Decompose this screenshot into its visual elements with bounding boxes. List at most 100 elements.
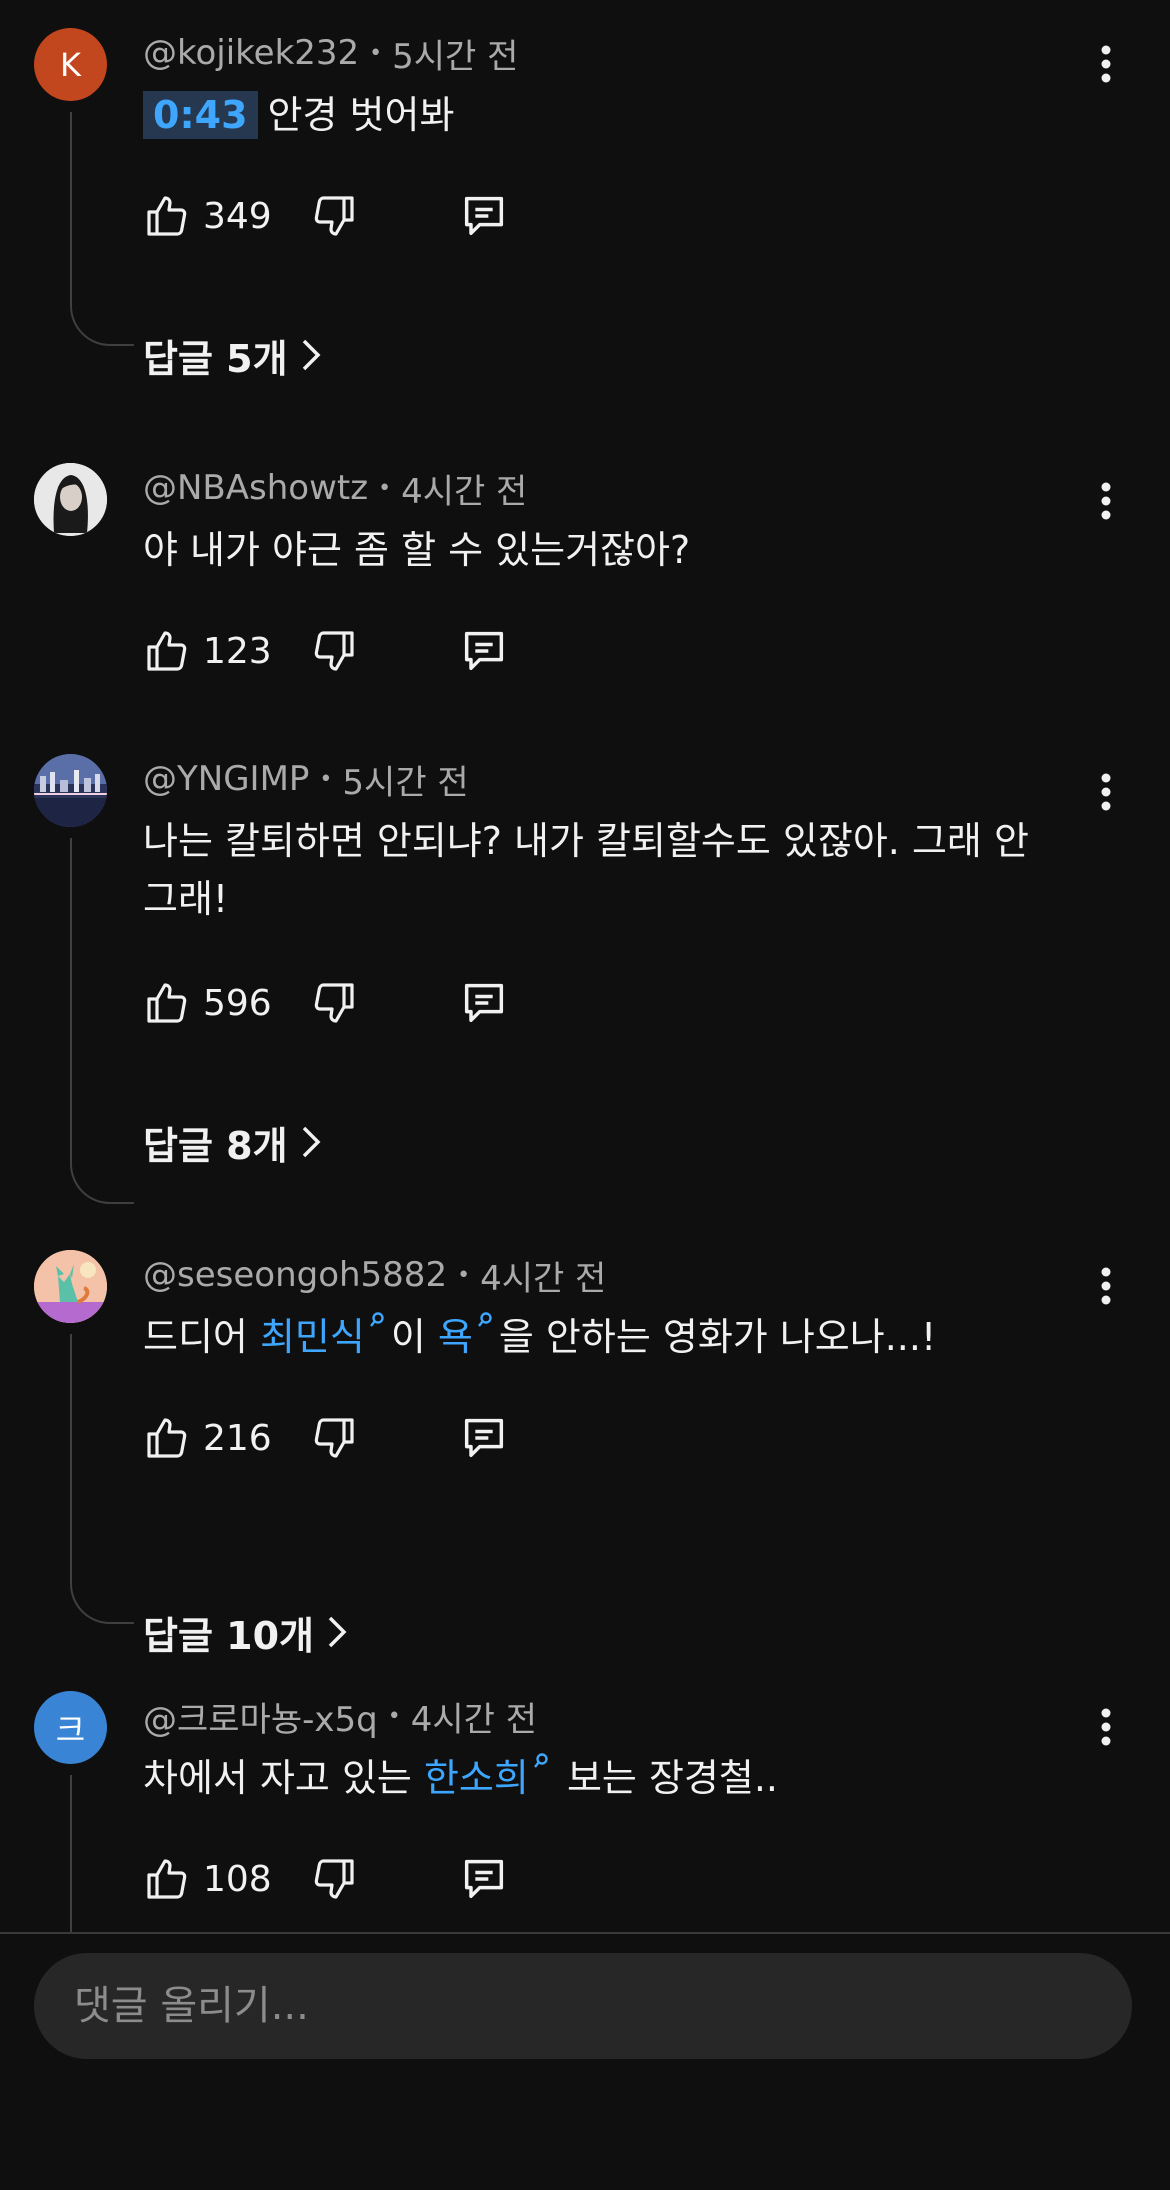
author-name[interactable]: @kojikek232 — [143, 33, 359, 73]
author-name[interactable]: @크로마뇽-x5q — [143, 1692, 378, 1741]
composer-divider — [0, 1932, 1170, 1934]
avatar-cityscape — [34, 754, 107, 827]
replies-toggle[interactable]: 답글 10개 — [143, 1607, 348, 1658]
like-button[interactable]: 108 — [143, 1851, 272, 1907]
reply-button[interactable] — [458, 623, 510, 679]
reply-button[interactable] — [458, 975, 510, 1031]
dislike-button[interactable] — [310, 188, 358, 244]
separator-dot: • — [319, 766, 333, 792]
replies-toggle[interactable]: 답글 5개 — [143, 330, 322, 381]
like-button[interactable]: 596 — [143, 975, 272, 1031]
thumbs-down-icon — [314, 983, 354, 1023]
avatar[interactable]: K — [34, 28, 107, 101]
reply-icon — [464, 196, 504, 236]
thumbs-up-icon — [147, 196, 187, 236]
thumbs-up-icon — [147, 983, 187, 1023]
comment-actions: 349 — [143, 188, 543, 244]
thread-curve — [70, 1162, 134, 1204]
comment-header: @YNGIMP • 5시간 전 — [143, 754, 469, 804]
author-name[interactable]: @YNGIMP — [143, 759, 309, 799]
search-link[interactable]: 욕 — [438, 1315, 473, 1359]
like-count: 123 — [203, 630, 272, 672]
replies-count: 답글 8개 — [143, 1123, 288, 1168]
reply-button[interactable] — [458, 1410, 510, 1466]
replies-toggle[interactable]: 답글 8개 — [143, 1117, 322, 1168]
avatar[interactable] — [34, 754, 107, 827]
dislike-button[interactable] — [310, 1851, 358, 1907]
avatar[interactable] — [34, 1250, 107, 1323]
comment-header: @seseongoh5882 • 4시간 전 — [143, 1250, 606, 1300]
like-button[interactable]: 349 — [143, 188, 272, 244]
comment-composer — [34, 1953, 1132, 2059]
comment-body: 이 — [390, 1315, 438, 1359]
more-vert-icon[interactable] — [1096, 481, 1116, 521]
separator-dot: • — [457, 1262, 471, 1288]
comment-input[interactable] — [72, 1982, 1132, 2030]
thumbs-down-icon — [314, 1859, 354, 1899]
thumbs-down-icon — [314, 196, 354, 236]
dislike-button[interactable] — [310, 975, 358, 1031]
like-count: 596 — [203, 982, 272, 1024]
search-mini-icon — [369, 1312, 384, 1327]
dislike-button[interactable] — [310, 1410, 358, 1466]
thumbs-up-icon — [147, 631, 187, 671]
reply-icon — [464, 1418, 504, 1458]
chevron-right-icon — [302, 339, 321, 371]
author-name[interactable]: @NBAshowtz — [143, 468, 368, 508]
comment-text: 0:43 안경 벗어봐 — [143, 86, 1083, 144]
thread-curve — [70, 1582, 134, 1624]
more-vert-icon[interactable] — [1096, 772, 1116, 812]
thread-line — [70, 838, 72, 1162]
comment-header: @크로마뇽-x5q • 4시간 전 — [143, 1691, 537, 1741]
thumbs-up-icon — [147, 1418, 187, 1458]
author-name[interactable]: @seseongoh5882 — [143, 1255, 447, 1295]
comment-body: 을 안하는 영화가 나오나...! — [498, 1315, 937, 1359]
thumbs-down-icon — [314, 631, 354, 671]
avatar-portrait — [34, 463, 107, 536]
like-button[interactable]: 123 — [143, 623, 272, 679]
like-count: 108 — [203, 1858, 272, 1900]
reply-icon — [464, 631, 504, 671]
comment-body: 안경 벗어봐 — [267, 93, 455, 137]
replies-count: 답글 10개 — [143, 1613, 314, 1658]
reply-button[interactable] — [458, 1851, 510, 1907]
comment-text: 차에서 자고 있는 한소희 보는 장경철.. — [143, 1749, 1083, 1807]
search-mini-icon — [533, 1753, 548, 1768]
comment-list: K @kojikek232 • 5시간 전 0:43 안경 벗어봐 349 답글… — [0, 0, 1170, 1932]
dislike-button[interactable] — [310, 623, 358, 679]
avatar-letter: K — [60, 45, 81, 84]
comment-time: 5시간 전 — [342, 762, 469, 803]
chevron-right-icon — [328, 1616, 347, 1648]
comment-text: 야 내가 야근 좀 할 수 있는거잖아? — [143, 528, 691, 572]
thread-line — [70, 112, 72, 304]
avatar[interactable]: 크 — [34, 1691, 107, 1764]
more-vert-icon[interactable] — [1096, 1266, 1116, 1306]
comment-actions: 596 — [143, 975, 543, 1031]
comment-time: 4시간 전 — [401, 471, 528, 512]
search-mini-icon — [477, 1312, 492, 1327]
avatar-letter: 크 — [55, 1710, 86, 1749]
more-vert-icon[interactable] — [1096, 1707, 1116, 1747]
thread-curve — [70, 304, 134, 346]
comment-header: @NBAshowtz • 4시간 전 — [143, 463, 527, 513]
like-button[interactable]: 216 — [143, 1410, 272, 1466]
timestamp-link[interactable]: 0:43 — [143, 91, 258, 139]
search-link[interactable]: 최민식 — [260, 1315, 365, 1359]
separator-dot: • — [378, 475, 392, 501]
separator-dot: • — [387, 1703, 401, 1729]
reply-button[interactable] — [458, 188, 510, 244]
like-count: 349 — [203, 195, 272, 237]
more-vert-icon[interactable] — [1096, 44, 1116, 84]
thread-line — [70, 1334, 72, 1582]
comment-time: 4시간 전 — [410, 1699, 537, 1740]
comment-actions: 216 — [143, 1410, 543, 1466]
comment-body: 보는 장경철.. — [554, 1756, 778, 1800]
thumbs-down-icon — [314, 1418, 354, 1458]
comment-time: 5시간 전 — [392, 36, 519, 77]
separator-dot: • — [369, 40, 383, 66]
search-link[interactable]: 한소희 — [424, 1756, 529, 1800]
reply-icon — [464, 1859, 504, 1899]
comment-body: 드디어 — [143, 1315, 260, 1359]
avatar[interactable] — [34, 463, 107, 536]
comment-time: 4시간 전 — [480, 1258, 607, 1299]
